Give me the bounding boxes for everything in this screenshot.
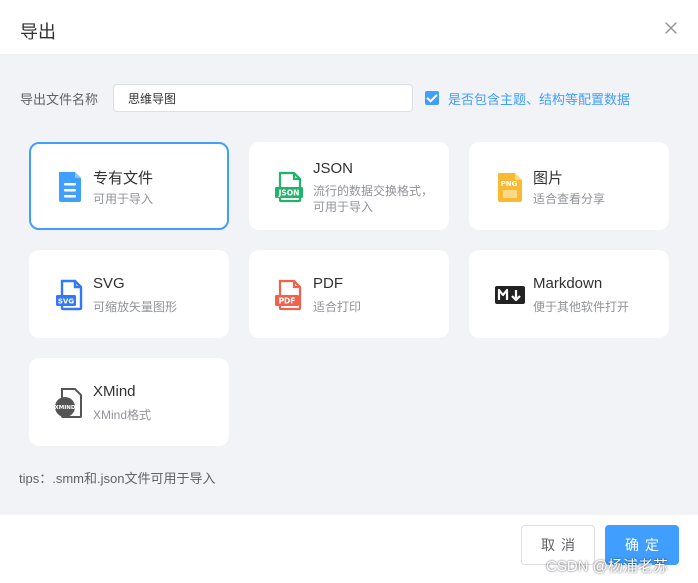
format-card-markdown[interactable]: Markdown 便于其他软件打开 bbox=[469, 250, 669, 338]
format-title: 专有文件 bbox=[93, 170, 154, 187]
close-icon[interactable] bbox=[662, 19, 680, 37]
format-title: PDF bbox=[313, 275, 343, 292]
format-card-pdf[interactable]: PDF PDF 适合打印 bbox=[249, 250, 449, 338]
xmind-icon: XMIND bbox=[55, 388, 82, 418]
filename-label: 导出文件名称 bbox=[20, 92, 99, 107]
json-file-icon: JSON bbox=[275, 171, 303, 203]
format-title: XMind bbox=[93, 383, 136, 400]
format-desc: 可缩放矢量图形 bbox=[93, 300, 178, 314]
format-desc: 可用于导入 bbox=[93, 192, 154, 206]
svg-file-icon: SVG bbox=[56, 279, 83, 311]
format-card-xmind[interactable]: XMIND XMind XMind格式 bbox=[29, 358, 229, 446]
format-card-svg[interactable]: SVG SVG 可缩放矢量图形 bbox=[29, 250, 229, 338]
format-title: Markdown bbox=[533, 275, 603, 292]
smm-file-icon bbox=[59, 172, 81, 202]
format-desc: XMind格式 bbox=[93, 408, 152, 422]
format-desc: 便于其他软件打开 bbox=[533, 300, 630, 314]
format-desc: 适合打印 bbox=[313, 300, 362, 314]
format-title: JSON bbox=[313, 160, 354, 177]
format-desc: 流行的数据交换格式，可用于导入 bbox=[313, 184, 434, 214]
format-title: SVG bbox=[93, 275, 125, 292]
checkbox-checked-icon[interactable] bbox=[425, 91, 439, 105]
svg-text:JSON: JSON bbox=[278, 189, 300, 198]
include-config-label[interactable]: 是否包含主题、结构等配置数据 bbox=[448, 89, 630, 108]
export-dialog: 导出 导出文件名称 是否包含主题、结构等配置数据 专有文件 可用于导入 bbox=[0, 0, 698, 583]
dialog-body: 导出文件名称 是否包含主题、结构等配置数据 专有文件 可用于导入 bbox=[0, 54, 698, 515]
format-title: 图片 bbox=[533, 170, 564, 187]
dialog-header: 导出 bbox=[0, 0, 698, 54]
format-card-png[interactable]: PNG 图片 适合查看分享 bbox=[469, 142, 669, 230]
watermark: CSDN @杨浦老苏 bbox=[546, 558, 668, 575]
include-config-checkbox[interactable]: 是否包含主题、结构等配置数据 bbox=[425, 89, 630, 107]
svg-text:PNG: PNG bbox=[501, 180, 518, 188]
pdf-file-icon: PDF bbox=[275, 279, 302, 311]
tips-text: tips：.smm和.json文件可用于导入 bbox=[19, 471, 216, 486]
filename-input[interactable] bbox=[113, 84, 413, 112]
markdown-icon bbox=[495, 286, 525, 304]
format-desc: 适合查看分享 bbox=[533, 192, 606, 206]
svg-text:PDF: PDF bbox=[279, 297, 296, 306]
png-file-icon: PNG bbox=[498, 173, 522, 202]
filename-row: 导出文件名称 是否包含主题、结构等配置数据 bbox=[20, 84, 680, 112]
svg-text:SVG: SVG bbox=[58, 298, 74, 306]
dialog-title: 导出 bbox=[20, 22, 56, 42]
format-card-smm[interactable]: 专有文件 可用于导入 bbox=[29, 142, 229, 230]
svg-text:XMIND: XMIND bbox=[55, 405, 76, 411]
format-card-json[interactable]: JSON JSON 流行的数据交换格式，可用于导入 bbox=[249, 142, 449, 230]
